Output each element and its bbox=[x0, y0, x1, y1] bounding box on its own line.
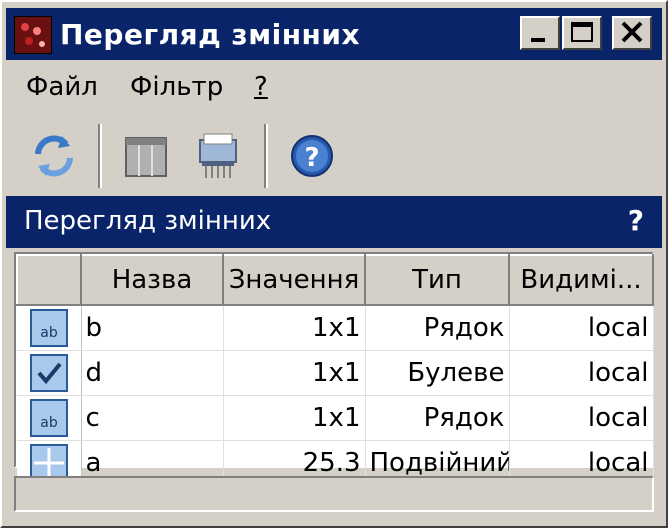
panel-help-button[interactable]: ? bbox=[628, 204, 644, 237]
column-header-visibility[interactable]: Видимі... bbox=[508, 254, 654, 306]
minimize-icon bbox=[531, 38, 545, 42]
cell-value: 1x1 bbox=[223, 350, 366, 396]
maximize-button[interactable] bbox=[562, 16, 602, 50]
status-bar bbox=[14, 476, 654, 512]
variables-window: Перегляд змінних Файл Фільтр ? ? Перегля… bbox=[0, 0, 668, 528]
menu-filter[interactable]: Фільтр bbox=[130, 72, 223, 102]
svg-text:?: ? bbox=[304, 143, 319, 173]
cell-type: Булеве bbox=[365, 350, 510, 396]
cell-value: 1x1 bbox=[223, 305, 366, 351]
minimize-button[interactable] bbox=[520, 16, 560, 50]
column-header-name[interactable]: Назва bbox=[80, 254, 224, 306]
menu-help[interactable]: ? bbox=[254, 72, 268, 102]
variables-table: Назва Значення Тип Видимі... ab b 1x1 Ря… bbox=[14, 252, 654, 486]
delete-shredder-icon bbox=[199, 133, 237, 178]
refresh-icon bbox=[35, 135, 73, 177]
menu-bar: Файл Фільтр ? bbox=[6, 66, 662, 110]
help-button[interactable]: ? bbox=[284, 126, 340, 186]
columns-button[interactable] bbox=[118, 126, 174, 186]
text-type-icon: ab bbox=[29, 309, 68, 347]
svg-text:ab: ab bbox=[40, 415, 58, 431]
text-type-icon: ab bbox=[29, 399, 68, 437]
cell-type: Рядок bbox=[365, 305, 510, 351]
table-header-row: Назва Значення Тип Видимі... bbox=[16, 254, 654, 306]
cell-visibility: local bbox=[509, 395, 654, 441]
cell-name: c bbox=[81, 395, 224, 441]
panel-title: Перегляд змінних bbox=[24, 206, 272, 236]
column-header-type[interactable]: Тип bbox=[364, 254, 510, 306]
cell-visibility: local bbox=[509, 350, 654, 396]
refresh-button[interactable] bbox=[26, 126, 82, 186]
cell-visibility: local bbox=[509, 305, 654, 351]
toolbar-separator bbox=[98, 124, 102, 188]
delete-button[interactable] bbox=[190, 126, 246, 186]
menu-file[interactable]: Файл bbox=[26, 72, 98, 102]
boolean-type-icon bbox=[29, 354, 68, 392]
toolbar-separator bbox=[264, 124, 268, 188]
cell-value: 1x1 bbox=[223, 395, 366, 441]
cell-type: Рядок bbox=[365, 395, 510, 441]
svg-text:ab: ab bbox=[40, 325, 58, 341]
title-bar[interactable]: Перегляд змінних bbox=[6, 8, 662, 60]
help-icon: ? bbox=[291, 135, 333, 177]
table-row[interactable]: ab c 1x1 Рядок local bbox=[17, 395, 654, 441]
maximize-icon bbox=[571, 22, 593, 42]
toolbar: ? bbox=[6, 118, 662, 194]
cell-name: d bbox=[81, 350, 224, 396]
table-row[interactable]: d 1x1 Булеве local bbox=[17, 350, 654, 396]
close-button[interactable] bbox=[612, 16, 652, 50]
panel-header: Перегляд змінних ? bbox=[6, 196, 662, 248]
window-title: Перегляд змінних bbox=[60, 18, 361, 51]
app-icon bbox=[14, 16, 52, 54]
close-icon bbox=[621, 21, 643, 43]
column-header-icon[interactable] bbox=[16, 254, 82, 306]
cell-name: b bbox=[81, 305, 224, 351]
table-row[interactable]: ab b 1x1 Рядок local bbox=[17, 305, 654, 351]
column-header-value[interactable]: Значення bbox=[222, 254, 366, 306]
columns-icon bbox=[125, 137, 167, 177]
